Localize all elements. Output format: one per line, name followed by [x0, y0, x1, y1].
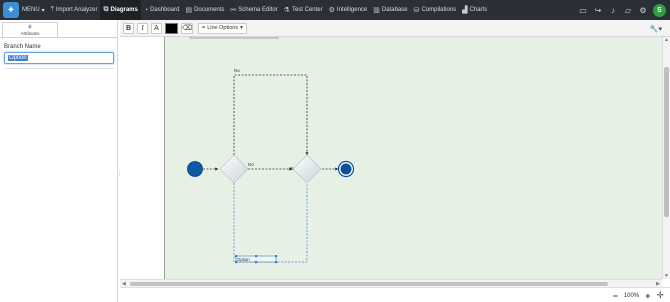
intelligence-icon: ⚙: [328, 7, 335, 14]
nav-right-actions: ▭ ↪ ♪ ▱ ⚙ S: [578, 0, 666, 20]
attributes-panel: ⚘ Attributes Branch Name Option ⋮: [0, 20, 123, 302]
line-options-dropdown[interactable]: ━ Line Options ▾: [197, 22, 247, 34]
connector-no-loop[interactable]: [233, 74, 309, 156]
compilations-icon: ⛁: [413, 7, 420, 14]
flask-icon: ⚗: [283, 7, 290, 14]
handle[interactable]: [255, 261, 258, 264]
start-event[interactable]: [187, 161, 203, 177]
diagram-svg: No No Br Option: [187, 37, 355, 264]
italic-button[interactable]: I: [137, 22, 148, 34]
nav-item-label: Database: [381, 7, 408, 13]
handle[interactable]: [235, 255, 238, 258]
handle[interactable]: [275, 255, 278, 258]
gateway-1[interactable]: [219, 154, 249, 184]
nav-item-label: Dashboard: [150, 7, 180, 13]
vertical-scroll-thumb[interactable]: [664, 67, 669, 217]
nav-item-test-center[interactable]: ⚗ Test Center: [281, 0, 326, 20]
nav-item-label: Documents: [194, 7, 225, 13]
zoom-out-button[interactable]: −: [613, 291, 618, 301]
nav-item-diagrams[interactable]: ⧉ Diagrams: [100, 0, 141, 20]
handle[interactable]: [255, 255, 258, 258]
schema-icon: ⚯: [230, 7, 237, 14]
nav-item-label: Schema Editor: [238, 7, 278, 13]
branch-name-value: Option: [8, 55, 28, 61]
nav-item-label: Charts: [469, 7, 488, 13]
field-divider: [4, 68, 114, 69]
bell-icon[interactable]: ♪: [608, 5, 618, 15]
wrench-icon: 🔧: [649, 25, 659, 33]
offscreen-shape-edge: [189, 37, 279, 39]
upload-icon: ⤒: [50, 6, 54, 13]
horizontal-scrollbar[interactable]: ◀ ▶: [120, 279, 662, 287]
tab-divider: [0, 37, 118, 38]
share-icon[interactable]: ↪: [593, 5, 603, 15]
bold-button[interactable]: B: [123, 22, 134, 34]
menu-label: MENU: [22, 7, 40, 13]
scroll-down-icon[interactable]: ▼: [664, 273, 669, 279]
nav-item-label: Intelligence: [336, 7, 368, 13]
eraser-button[interactable]: ⌫: [181, 22, 193, 34]
vertical-scrollbar[interactable]: ▲ ▼: [662, 37, 670, 279]
avatar[interactable]: S: [653, 3, 666, 17]
diagram-icon: ⧉: [103, 6, 109, 13]
scroll-up-icon[interactable]: ▲: [664, 37, 669, 43]
nav-item-import-analyzer[interactable]: ⤒ Import Analyzer: [48, 0, 101, 20]
label-no-top[interactable]: No: [234, 68, 240, 73]
tab-label: Attributes: [20, 31, 40, 36]
line-icon: ━: [201, 25, 206, 31]
format-toolbar: B I A ⌫ ━ Line Options ▾ 🔧 ▾: [120, 20, 670, 37]
nav-item-charts[interactable]: ▟ Charts: [459, 0, 490, 20]
gateway-2[interactable]: [292, 154, 322, 184]
zoom-in-button[interactable]: +: [645, 291, 650, 301]
connector-option-branch[interactable]: [233, 183, 308, 263]
zoom-bar: − 100% + ✛: [120, 287, 670, 302]
nav-item-schema-editor[interactable]: ⚯ Schema Editor: [227, 0, 280, 20]
nav-item-label: Diagrams: [110, 7, 138, 13]
documents-icon: ▤: [185, 7, 193, 14]
label-no-mid[interactable]: No: [248, 162, 254, 167]
nav-item-dashboard[interactable]: ◔ Dashboard: [141, 0, 183, 20]
color-picker[interactable]: [165, 22, 178, 34]
eraser-icon: ⌫: [182, 25, 192, 32]
branch-name-label: Branch Name: [4, 44, 41, 50]
chevron-down-icon: ▾: [658, 25, 662, 33]
nav-item-documents[interactable]: ▤ Documents: [182, 0, 227, 20]
gear-icon[interactable]: ⚙: [638, 5, 648, 15]
font-button[interactable]: A: [151, 22, 162, 34]
top-navigation-bar: ✦ MENU ▾ ⤒ Import Analyzer ⧉ Diagrams ◔ …: [0, 0, 670, 20]
nav-item-database[interactable]: ▥ Database: [370, 0, 410, 20]
chevron-down-icon: ▾: [240, 25, 243, 31]
wrench-dropdown[interactable]: 🔧 ▾: [648, 23, 664, 34]
branch-name-input[interactable]: Option: [4, 52, 114, 64]
dashboard-icon: ◔: [143, 6, 149, 14]
chevron-down-icon: ▾: [41, 7, 45, 14]
nav-item-compilations[interactable]: ⛁ Compilations: [411, 0, 460, 20]
handle[interactable]: [275, 261, 278, 264]
tab-attributes[interactable]: ⚘ Attributes: [2, 22, 58, 38]
nav-item-label: Compilations: [421, 7, 457, 13]
diagram-canvas-viewport[interactable]: No No Br Option: [120, 37, 662, 279]
end-event-inner: [340, 163, 352, 175]
zoom-level: 100%: [623, 292, 640, 299]
app-logo-icon[interactable]: ✦: [3, 2, 19, 18]
menu-button[interactable]: MENU ▾: [19, 0, 48, 20]
folder-icon[interactable]: ▱: [623, 5, 633, 15]
zoom-controls: − 100% + ✛: [613, 290, 664, 301]
nav-item-intelligence[interactable]: ⚙ Intelligence: [326, 0, 371, 20]
nav-item-label: Import Analyzer: [55, 7, 98, 13]
handle[interactable]: [235, 261, 238, 264]
line-options-label: Line Options: [207, 25, 239, 31]
database-icon: ▥: [373, 7, 380, 14]
nav-item-label: Test Center: [291, 7, 323, 13]
fit-view-button[interactable]: ✛: [656, 290, 664, 301]
option-label-text[interactable]: Option: [237, 257, 250, 262]
charts-icon: ▟: [462, 7, 468, 14]
horizontal-scroll-thumb[interactable]: [130, 282, 608, 286]
chat-icon[interactable]: ▭: [578, 5, 588, 15]
